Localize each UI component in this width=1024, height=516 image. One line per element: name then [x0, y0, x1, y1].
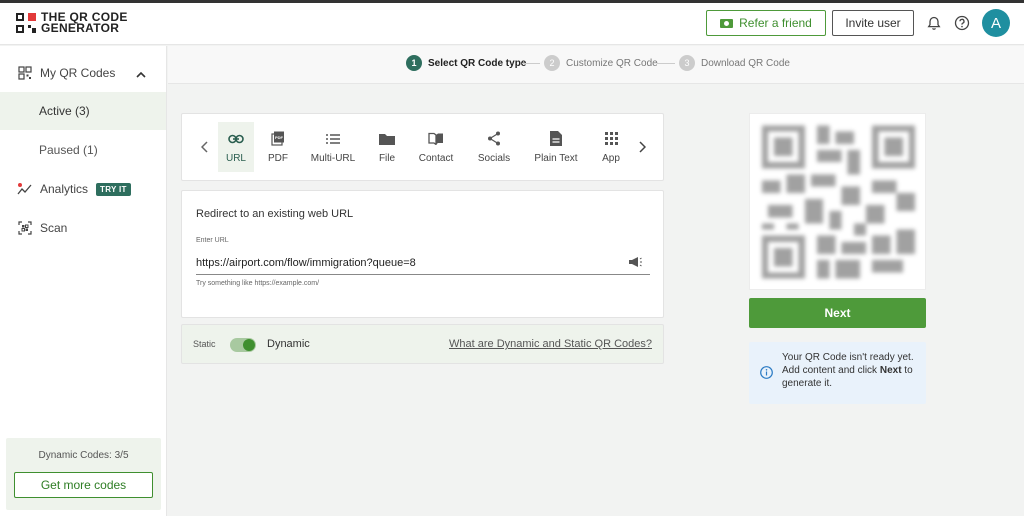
type-file[interactable]: File [372, 122, 402, 172]
url-input[interactable] [196, 251, 650, 275]
url-form-card: Redirect to an existing web URL Enter UR… [181, 190, 664, 318]
sidebar-item-label: My QR Codes [40, 66, 116, 80]
info-text-bold: Next [879, 365, 902, 376]
type-label: File [378, 152, 396, 164]
try-it-badge: TRY IT [96, 182, 131, 196]
type-label: URL [225, 152, 246, 164]
list-icon [325, 131, 341, 147]
step-2: 2 Customize QR Code [544, 55, 658, 71]
sidebar-item-label: Scan [40, 221, 68, 235]
type-plain-text[interactable]: Plain Text [531, 122, 581, 172]
type-label: Socials [477, 152, 511, 164]
stepper: 1 Select QR Code type 2 Customize QR Cod… [168, 46, 1024, 84]
sidebar-item-label: Analytics [40, 182, 89, 196]
type-pdf[interactable]: PDF PDF [262, 122, 294, 172]
sidebar-item-analytics[interactable]: Analytics TRY IT [0, 170, 166, 208]
type-label: Plain Text [534, 152, 578, 164]
get-more-codes-button[interactable]: Get more codes [14, 472, 153, 498]
sidebar-item-scan[interactable]: Scan [0, 209, 166, 247]
scan-icon [17, 220, 33, 236]
megaphone-icon[interactable] [628, 255, 642, 273]
type-app[interactable]: App [596, 122, 626, 172]
qr-placeholder-image [762, 125, 915, 279]
document-icon [548, 131, 564, 147]
step-connector [522, 63, 540, 64]
pdf-icon: PDF [270, 131, 286, 147]
url-field-label: Enter URL [196, 237, 229, 244]
qr-mode-toggle-bar: Static Dynamic What are Dynamic and Stat… [181, 324, 664, 364]
step-number: 2 [544, 55, 560, 71]
logo-line-2: GENERATOR [41, 21, 120, 35]
step-number: 1 [406, 55, 422, 71]
sidebar-item-active[interactable]: Active (3) [0, 92, 166, 130]
step-number: 3 [679, 55, 695, 71]
type-label: App [602, 152, 620, 164]
app-header: THE QR CODE GENERATOR Refer a friend Inv… [0, 3, 1024, 45]
user-avatar[interactable]: A [982, 9, 1010, 37]
qr-preview [749, 113, 926, 290]
sidebar: My QR Codes Active (3) Paused (1) Analyt… [0, 46, 167, 516]
refer-friend-button[interactable]: Refer a friend [706, 10, 826, 36]
step-connector [657, 63, 675, 64]
step-label: Download QR Code [701, 57, 790, 69]
step-3: 3 Download QR Code [679, 55, 790, 71]
url-form-title: Redirect to an existing web URL [196, 208, 354, 220]
sidebar-item-my-qr-codes[interactable]: My QR Codes [0, 54, 166, 92]
cash-icon [720, 18, 734, 28]
dynamic-static-help-link[interactable]: What are Dynamic and Static QR Codes? [449, 338, 652, 350]
link-icon [228, 131, 244, 147]
type-label: PDF [268, 152, 288, 164]
folder-icon [379, 131, 395, 147]
switch-knob [243, 339, 255, 351]
url-helper-text: Try something like https://example.com/ [196, 280, 320, 287]
chevron-up-icon[interactable] [136, 67, 146, 81]
logo[interactable]: THE QR CODE GENERATOR [16, 11, 128, 35]
dynamic-label: Dynamic [267, 338, 310, 350]
type-multi-url[interactable]: Multi-URL [306, 122, 360, 172]
qr-grid-icon [17, 65, 33, 81]
chevron-right-icon[interactable] [636, 139, 648, 155]
help-icon[interactable] [954, 15, 970, 31]
grid-icon [603, 131, 619, 147]
type-url[interactable]: URL [218, 122, 254, 172]
type-label: Multi-URL [310, 152, 356, 164]
svg-text:PDF: PDF [275, 135, 284, 140]
bell-icon[interactable] [926, 15, 942, 31]
contact-book-icon [428, 131, 444, 147]
refer-friend-label: Refer a friend [739, 16, 812, 30]
info-message: Your QR Code isn't ready yet. Add conten… [749, 342, 926, 404]
share-icon [486, 131, 502, 147]
dynamic-codes-count: Dynamic Codes: 3/5 [38, 450, 129, 461]
step-1: 1 Select QR Code type [406, 55, 526, 71]
info-text: Your QR Code isn't ready yet. Add conten… [782, 351, 922, 390]
sidebar-item-paused[interactable]: Paused (1) [0, 131, 166, 169]
static-label: Static [193, 339, 216, 349]
type-label: Contact [418, 152, 454, 164]
qr-logo-icon [16, 13, 36, 33]
analytics-icon [17, 181, 33, 197]
qr-type-selector: URL PDF PDF Multi-URL File Contact Socia… [181, 113, 664, 181]
invite-user-button[interactable]: Invite user [832, 10, 914, 36]
dynamic-codes-panel: Dynamic Codes: 3/5 Get more codes [6, 438, 161, 510]
type-socials[interactable]: Socials [474, 122, 514, 172]
chevron-left-icon[interactable] [198, 139, 210, 155]
type-contact[interactable]: Contact [416, 122, 456, 172]
info-icon [760, 366, 773, 384]
step-label: Customize QR Code [566, 57, 658, 69]
next-button[interactable]: Next [749, 298, 926, 328]
static-dynamic-switch[interactable] [230, 338, 256, 352]
step-label: Select QR Code type [428, 57, 527, 69]
